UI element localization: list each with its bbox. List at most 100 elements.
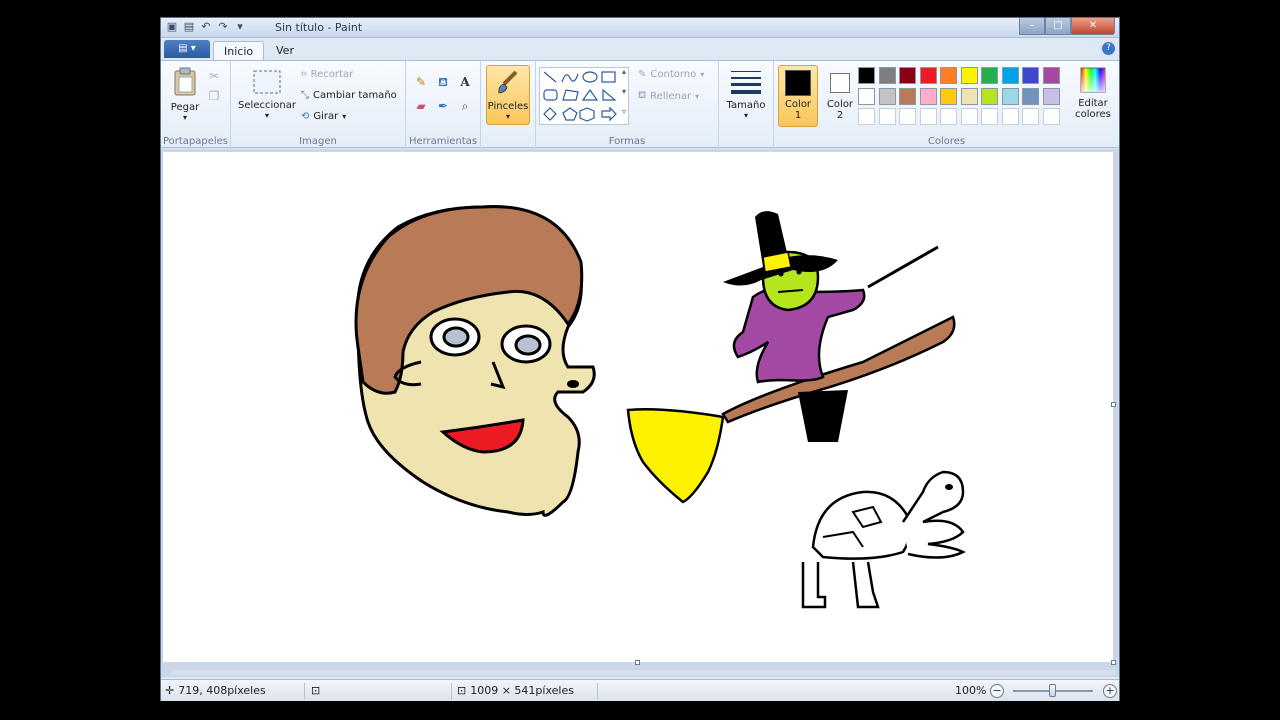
shapes-more-icon[interactable]: ▿ xyxy=(622,107,626,116)
custom-color-slot[interactable] xyxy=(1022,108,1039,125)
palette-color-swatch[interactable] xyxy=(878,67,896,84)
zoom-slider-thumb[interactable] xyxy=(1049,684,1056,697)
color2-button[interactable]: Color 2 xyxy=(820,65,860,127)
edit-colors-button[interactable]: Editar colores xyxy=(1072,67,1114,120)
palette-color-swatch[interactable] xyxy=(919,87,937,105)
close-button[interactable]: ✕ xyxy=(1071,18,1115,35)
size-button[interactable]: Tamaño ▾ xyxy=(725,69,767,120)
custom-color-slot[interactable] xyxy=(919,108,937,125)
custom-color-slot[interactable] xyxy=(940,108,957,125)
palette-color-swatch[interactable] xyxy=(1042,67,1060,84)
select-dropdown-icon[interactable]: ▾ xyxy=(237,111,297,120)
size-label: Tamaño xyxy=(726,100,766,111)
resize-handle-corner[interactable] xyxy=(1111,660,1116,665)
custom-color-slot[interactable] xyxy=(981,108,998,125)
group-formas: ▴ ▾ ▿ ✎ Contorno ▾ ⛾ Rellenar ▾ Formas xyxy=(536,61,719,149)
cut-icon[interactable]: ✂ xyxy=(205,67,223,85)
fill-bucket-icon[interactable]: ⛾ xyxy=(434,73,452,91)
palette-color-swatch[interactable] xyxy=(919,67,937,84)
palette-color-swatch[interactable] xyxy=(1022,87,1039,105)
resize-handle-bottom[interactable] xyxy=(635,660,640,665)
ribbon: Pegar ▾ ✂ ❐ Portapapeles Seleccionar ▾ ⌗… xyxy=(161,60,1119,149)
zoom-out-button[interactable]: − xyxy=(990,684,1004,698)
custom-color-slot[interactable] xyxy=(878,108,896,125)
selection-size: ⊡ xyxy=(311,684,320,697)
resize-handle-right[interactable] xyxy=(1111,402,1116,407)
status-separator-1 xyxy=(304,683,305,699)
custom-color-slot[interactable] xyxy=(1042,108,1060,125)
palette-color-swatch[interactable] xyxy=(1022,67,1039,84)
shapes-gallery-icons xyxy=(543,71,617,122)
cursor-position: ✛ 719, 408píxeles xyxy=(165,684,266,697)
tab-ver[interactable]: Ver xyxy=(266,41,304,60)
text-tool-icon[interactable]: A xyxy=(456,73,474,91)
shapes-gallery[interactable] xyxy=(539,67,629,125)
custom-color-slot[interactable] xyxy=(1001,108,1019,125)
palette-color-swatch[interactable] xyxy=(1042,87,1060,105)
group-label-imagen: Imagen xyxy=(299,136,337,147)
custom-color-slot[interactable] xyxy=(899,108,916,125)
palette-color-swatch[interactable] xyxy=(878,87,896,105)
palette-color-swatch[interactable] xyxy=(940,87,957,105)
help-icon[interactable]: ? xyxy=(1102,42,1115,55)
palette-color-swatch[interactable] xyxy=(858,67,875,84)
shapes-scroll-down-icon[interactable]: ▾ xyxy=(622,87,626,96)
paste-dropdown-icon[interactable]: ▾ xyxy=(167,113,203,122)
crop-icon: ⌗ xyxy=(301,69,307,80)
custom-color-slot[interactable] xyxy=(960,108,978,125)
rotate-icon: ⟲ xyxy=(301,111,310,122)
palette-color-swatch[interactable] xyxy=(940,67,957,84)
rotate-label: Girar xyxy=(313,111,339,122)
brushes-dropdown-icon: ▾ xyxy=(505,112,510,121)
resize-button[interactable]: ⤡ Cambiar tamaño xyxy=(301,90,397,101)
palette-color-swatch[interactable] xyxy=(858,87,875,105)
palette-color-swatch[interactable] xyxy=(981,67,998,84)
palette-color-swatch[interactable] xyxy=(899,67,916,84)
palette-color-swatch[interactable] xyxy=(1001,87,1019,105)
save-icon[interactable]: ▤ xyxy=(182,20,196,34)
crop-button[interactable]: ⌗ Recortar xyxy=(301,69,353,80)
paint-app-icon[interactable]: ▣ xyxy=(165,20,179,34)
custom-color-slot[interactable] xyxy=(858,108,875,125)
brushes-button[interactable]: Pinceles ▾ xyxy=(486,65,530,125)
maximize-button[interactable]: □ xyxy=(1045,18,1071,35)
group-portapapeles: Pegar ▾ ✂ ❐ Portapapeles xyxy=(161,61,231,149)
fill-button[interactable]: ⛾ Rellenar ▾ xyxy=(638,90,699,103)
shapes-scroll-up-icon[interactable]: ▴ xyxy=(622,67,626,76)
customize-qat-icon[interactable]: ▾ xyxy=(233,20,247,34)
color-picker-icon[interactable]: ✒ xyxy=(434,97,452,115)
horizontal-scrollbar[interactable] xyxy=(171,670,1116,675)
copy-icon[interactable]: ❐ xyxy=(205,87,223,105)
select-button[interactable]: Seleccionar ▾ xyxy=(237,69,297,120)
magnifier-icon[interactable]: ⌕ xyxy=(456,97,474,115)
edit-colors-label-2: colores xyxy=(1075,109,1111,120)
window-title: Sin título - Paint xyxy=(275,21,363,34)
paint-menu-button[interactable]: ▤ ▾ xyxy=(164,40,210,58)
group-label-portapapeles: Portapapeles xyxy=(162,136,229,147)
drawing-canvas[interactable] xyxy=(163,152,1113,662)
paste-label: Pegar xyxy=(170,102,200,113)
zoom-percent: 100% xyxy=(955,684,987,697)
palette-color-swatch[interactable] xyxy=(960,87,978,105)
group-label-formas: Formas xyxy=(608,136,646,147)
color2-number: 2 xyxy=(836,110,844,121)
redo-icon[interactable]: ↷ xyxy=(216,20,230,34)
clipboard-icon xyxy=(174,67,196,96)
color1-label: Color xyxy=(784,99,812,110)
tab-inicio[interactable]: Inicio xyxy=(213,41,265,60)
selection-rectangle-icon xyxy=(253,70,281,94)
palette-color-swatch[interactable] xyxy=(981,87,998,105)
palette-color-swatch[interactable] xyxy=(960,67,978,84)
minimize-button[interactable]: – xyxy=(1019,18,1045,35)
eraser-icon[interactable]: ▰ xyxy=(412,97,430,115)
status-separator-2 xyxy=(451,683,452,699)
paste-button[interactable]: Pegar ▾ xyxy=(167,67,203,122)
rotate-button[interactable]: ⟲ Girar ▾ xyxy=(301,111,346,122)
palette-color-swatch[interactable] xyxy=(899,87,916,105)
outline-button[interactable]: ✎ Contorno ▾ xyxy=(638,69,704,80)
pencil-icon[interactable]: ✎ xyxy=(412,73,430,91)
undo-icon[interactable]: ↶ xyxy=(199,20,213,34)
color1-button[interactable]: Color 1 xyxy=(778,65,818,127)
zoom-in-button[interactable]: + xyxy=(1103,684,1117,698)
palette-color-swatch[interactable] xyxy=(1001,67,1019,84)
